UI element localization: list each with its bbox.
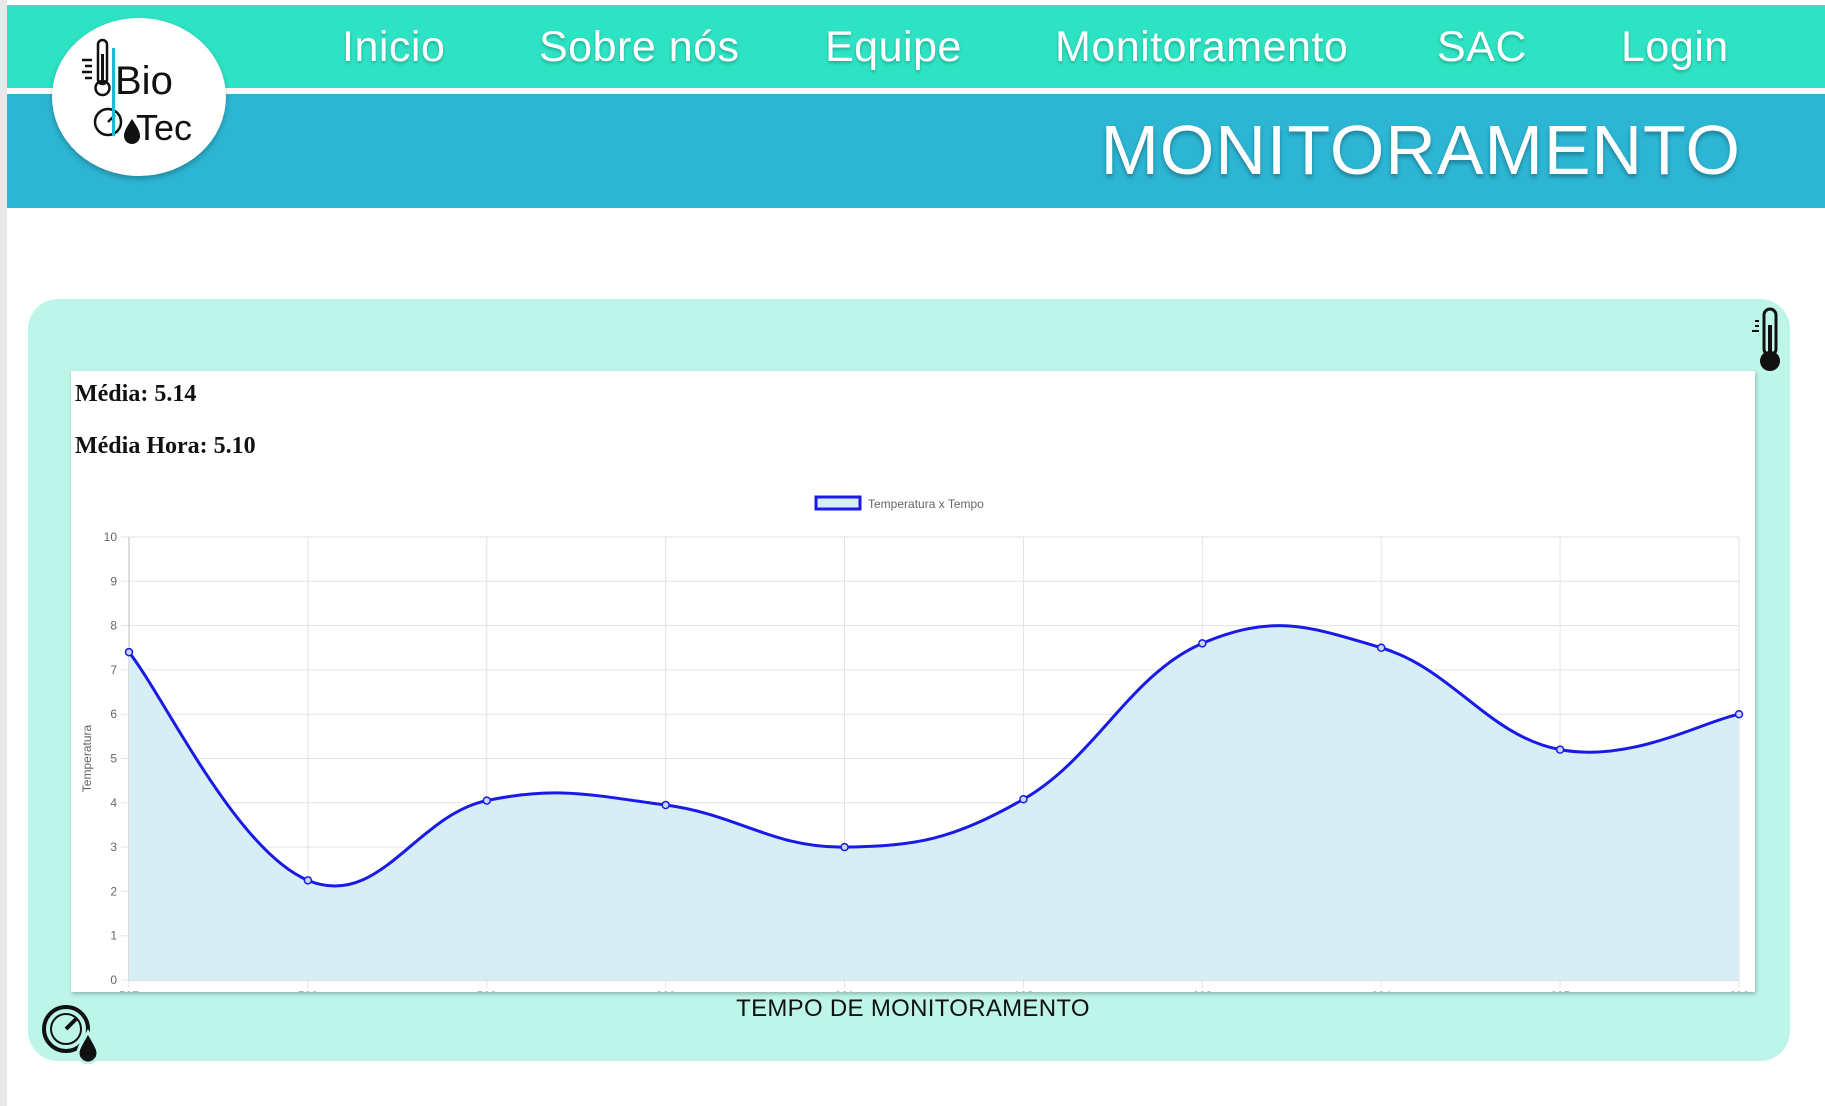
temperature-chart[interactable]: 0 1 2 3 4 5 6 7 8 9 10 597 598 599 600 601 602 603 604 605 6… [71, 371, 1755, 992]
nav-inicio[interactable]: Inicio [342, 23, 445, 72]
x-tick-label: 606 [1729, 989, 1749, 992]
data-point [303, 876, 313, 885]
logo-graphic: Bio Tec [82, 38, 192, 148]
y-tick-label: 3 [110, 840, 117, 854]
gauge-drop-icon [39, 1002, 103, 1069]
y-tick-label: 5 [110, 752, 117, 766]
data-point [661, 800, 670, 810]
page: Inicio Sobre nós Equipe Monitoramento SA… [7, 0, 1825, 1106]
logo[interactable]: Bio Tec [52, 18, 226, 176]
x-tick-label: 603 [1192, 989, 1212, 992]
page-title: MONITORAMENTO [1100, 111, 1741, 189]
x-axis-caption: TEMPO DE MONITORAMENTO [736, 995, 1090, 1022]
data-point [1198, 639, 1207, 648]
y-tick-label: 8 [110, 619, 117, 633]
nav-bar: Inicio Sobre nós Equipe Monitoramento SA… [7, 5, 1825, 88]
x-tick-label: 602 [1013, 989, 1033, 992]
x-tick-label: 604 [1371, 989, 1391, 992]
data-point [1376, 643, 1386, 652]
legend-swatch [814, 495, 862, 511]
y-tick-label: 2 [110, 884, 117, 898]
y-tick-label: 1 [110, 929, 117, 943]
chart-panel: Média: 5.14 Média Hora: 5.10 01234567891… [71, 371, 1755, 992]
x-tick-label: 601 [835, 989, 855, 992]
thermometer-icon [1750, 305, 1786, 380]
nav-login[interactable]: Login [1621, 23, 1729, 72]
y-axis-title: Temperatura [80, 724, 94, 792]
y-tick-label: 7 [110, 663, 117, 677]
nav-sac[interactable]: SAC [1437, 23, 1527, 72]
nav-sobre-nos[interactable]: Sobre nós [539, 23, 740, 72]
x-tick-label: 599 [477, 989, 497, 992]
logo-gauge-icon [93, 107, 123, 137]
y-tick-label: 10 [104, 530, 118, 544]
data-point [1555, 745, 1565, 754]
y-tick-label: 9 [110, 574, 117, 588]
page-banner: MONITORAMENTO [7, 94, 1825, 208]
data-point [1734, 709, 1744, 719]
x-tick-label: 598 [298, 989, 318, 992]
logo-thermometer-icon [82, 38, 111, 97]
x-tick-label: 605 [1550, 989, 1570, 992]
y-tick-label: 4 [110, 796, 117, 810]
y-tick-label: 0 [110, 973, 117, 987]
x-tick-label: 600 [656, 989, 676, 992]
logo-text-tec: Tec [136, 107, 192, 148]
nav-monitoramento[interactable]: Monitoramento [1055, 23, 1348, 72]
data-point [482, 796, 492, 805]
data-point [840, 842, 849, 852]
logo-text-bio: Bio [115, 59, 173, 103]
x-tick-label: 597 [119, 989, 139, 992]
data-point [1019, 795, 1028, 804]
data-point [124, 647, 134, 657]
legend-label: Temperatura x Tempo [868, 497, 984, 511]
nav-equipe[interactable]: Equipe [825, 23, 962, 72]
y-tick-label: 6 [110, 707, 117, 721]
